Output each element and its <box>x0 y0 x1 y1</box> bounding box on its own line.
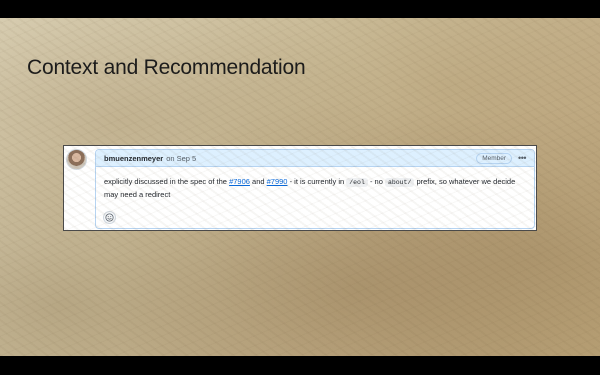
comment-box: bmuenzenmeyer on Sep 5 Member ••• explic… <box>95 149 535 229</box>
issue-link-7906[interactable]: #7906 <box>229 177 250 186</box>
comment-card: bmuenzenmeyer on Sep 5 Member ••• explic… <box>63 145 537 231</box>
comment-text: and <box>249 177 267 186</box>
inline-code-about: about/ <box>384 178 415 187</box>
comment-date[interactable]: on Sep 5 <box>166 154 196 163</box>
comment-text: - it is currently in <box>287 177 347 186</box>
comment-author-link[interactable]: bmuenzenmeyer <box>104 154 163 163</box>
member-badge: Member <box>476 152 513 164</box>
comment-body: explicitly discussed in the spec of the … <box>96 167 534 201</box>
smiley-icon <box>105 213 114 222</box>
add-reaction-button[interactable] <box>103 211 116 224</box>
kebab-horizontal-icon[interactable]: ••• <box>518 153 526 163</box>
avatar[interactable] <box>66 149 87 170</box>
inline-code-eol: /eol <box>346 178 368 187</box>
slide-title: Context and Recommendation <box>27 56 306 79</box>
slide-background: Context and Recommendation bmuenzenmeyer… <box>0 18 600 356</box>
comment-text: explicitly discussed in the spec of the <box>104 177 230 186</box>
comment-text: - no <box>367 177 385 186</box>
comment-header: bmuenzenmeyer on Sep 5 Member ••• <box>96 150 534 167</box>
issue-link-7990[interactable]: #7990 <box>267 177 288 186</box>
